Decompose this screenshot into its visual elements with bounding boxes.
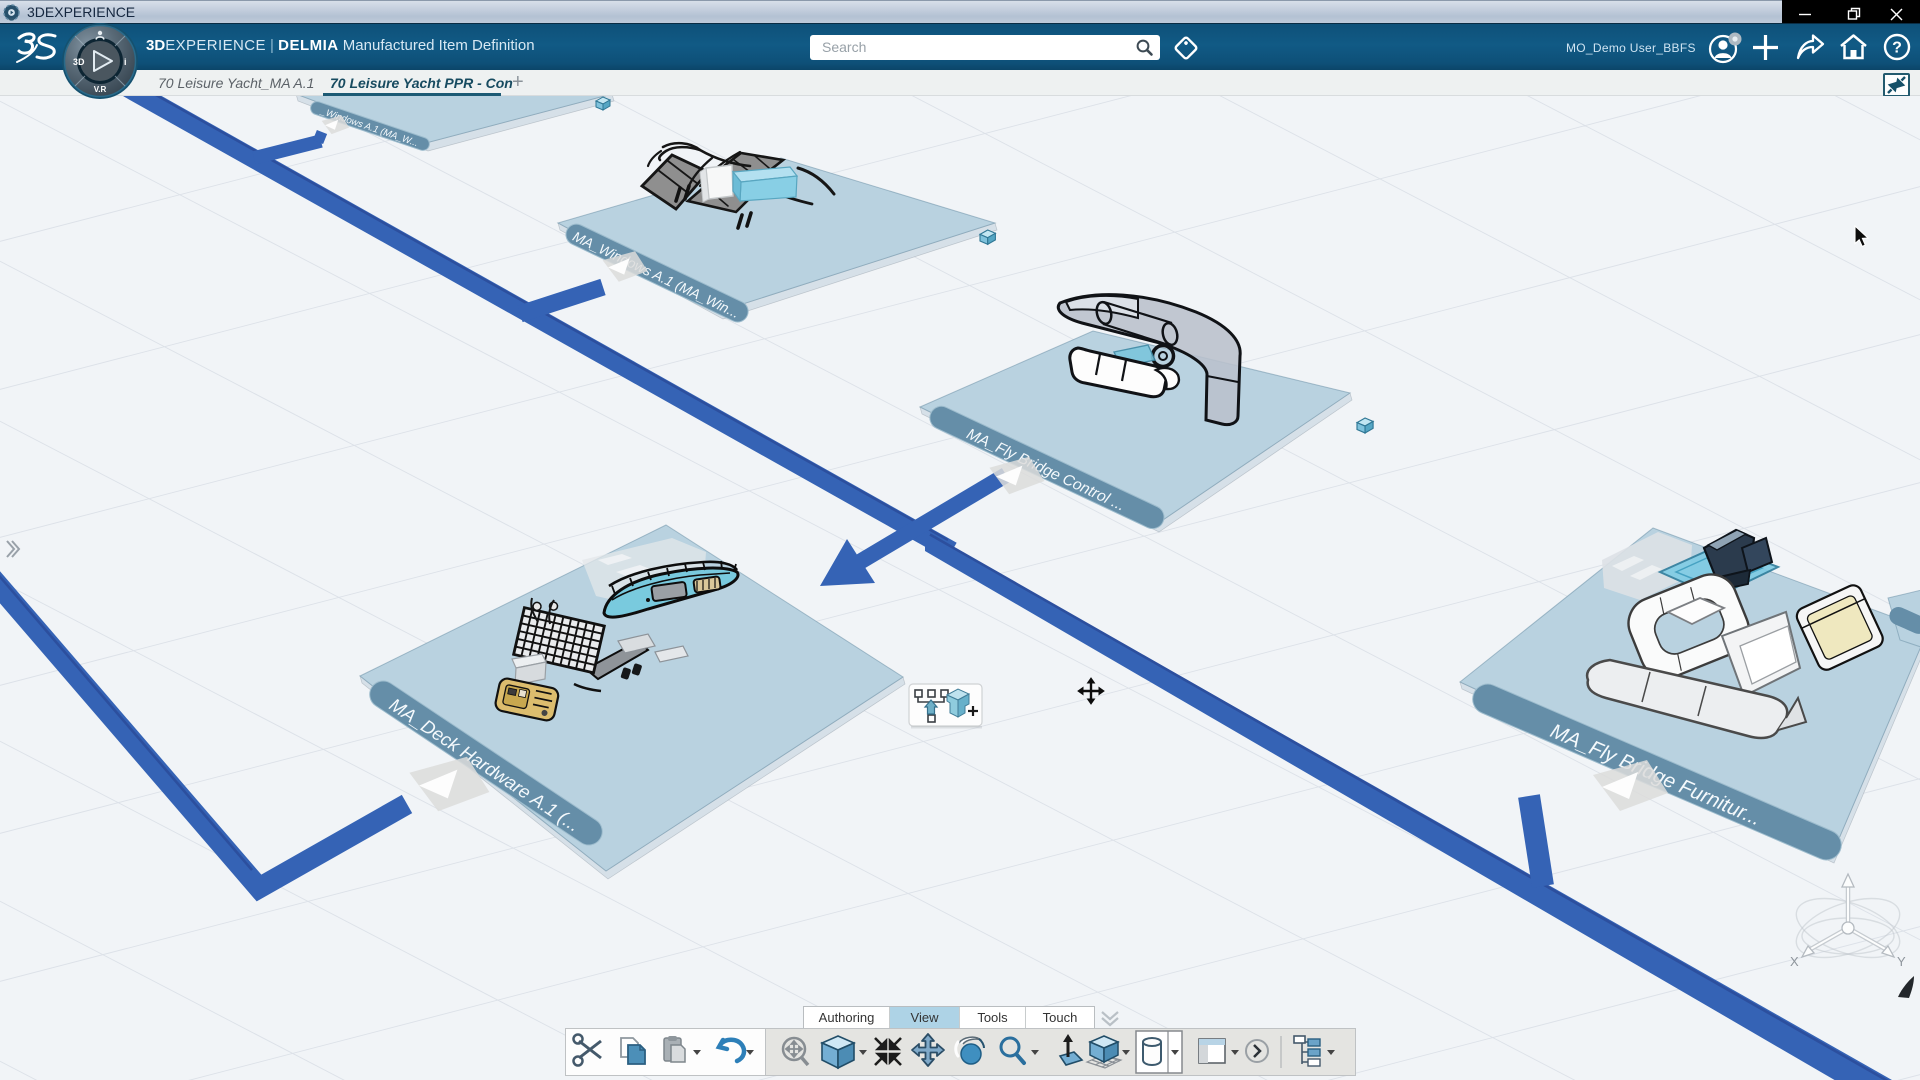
svg-text:3D: 3D — [73, 57, 85, 67]
svg-text:X: X — [1790, 954, 1799, 969]
svg-text:V.R: V.R — [94, 85, 107, 94]
svg-text:?: ? — [1892, 40, 1902, 57]
svg-text:i: i — [124, 57, 127, 67]
svg-text:Y: Y — [1897, 954, 1906, 969]
